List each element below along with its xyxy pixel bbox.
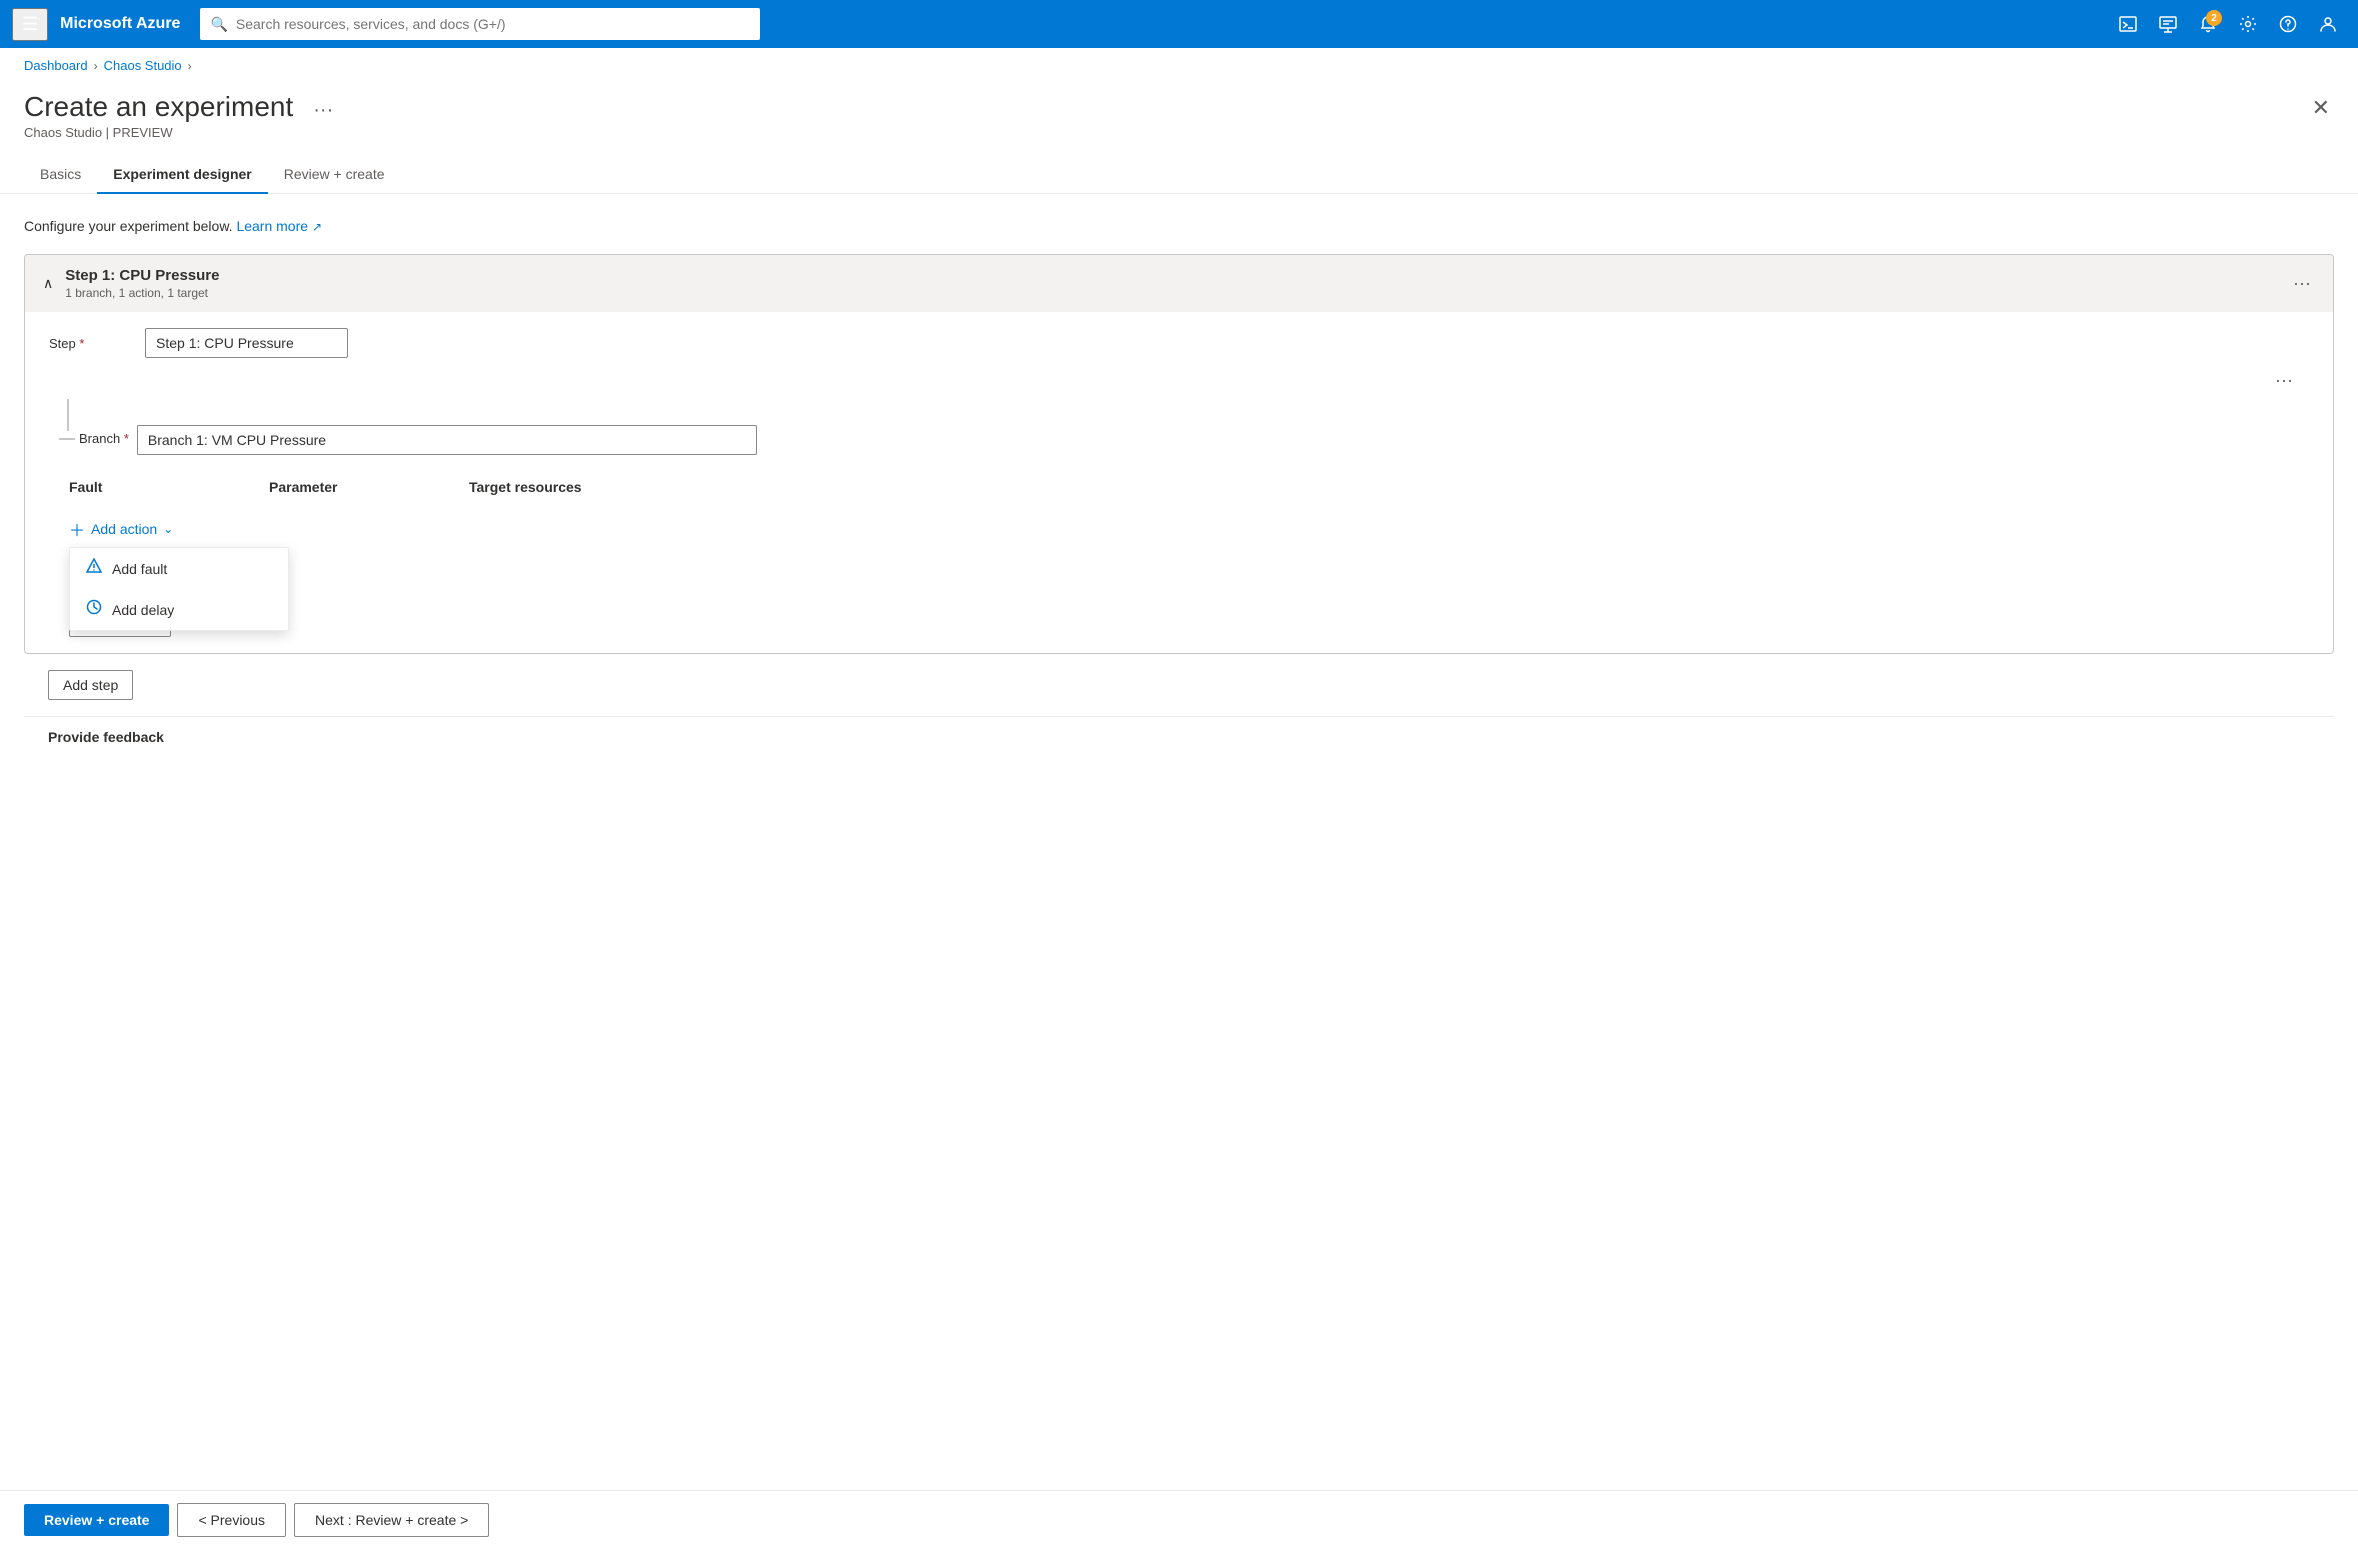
next-button[interactable]: Next : Review + create >: [294, 1503, 489, 1537]
content-area: Dashboard › Chaos Studio › Create an exp…: [0, 48, 2358, 1490]
step-meta: 1 branch, 1 action, 1 target: [65, 286, 219, 300]
more-options-row: ···: [49, 370, 2309, 391]
settings-icon: [2239, 15, 2257, 33]
tabs: Basics Experiment designer Review + crea…: [0, 156, 2358, 194]
branch-label-row: Branch *: [59, 431, 137, 446]
plus-icon: ＋: [69, 517, 85, 541]
search-input[interactable]: [236, 16, 751, 32]
previous-button[interactable]: < Previous: [177, 1503, 286, 1537]
breadcrumb-dashboard[interactable]: Dashboard: [24, 58, 88, 73]
learn-more-link[interactable]: Learn more ↗: [236, 218, 322, 234]
settings-button[interactable]: [2230, 6, 2266, 42]
breadcrumb-separator-1: ›: [94, 59, 98, 73]
terminal-icon: [2119, 15, 2137, 33]
branch-connector: Branch *: [59, 399, 137, 446]
notifications-button[interactable]: 2: [2190, 6, 2226, 42]
breadcrumb-chaos-studio[interactable]: Chaos Studio: [104, 58, 182, 73]
page-ellipsis-button[interactable]: ···: [305, 95, 341, 126]
add-fault-item[interactable]: Add fault: [70, 548, 288, 589]
page-subtitle: Chaos Studio | PREVIEW: [24, 125, 293, 140]
help-icon: [2279, 15, 2297, 33]
add-action-button[interactable]: ＋ Add action ⌄: [69, 511, 173, 547]
step-name-input[interactable]: [145, 328, 348, 358]
branch-section: Branch *: [49, 399, 2309, 455]
parameter-col-header: Parameter: [269, 479, 469, 495]
review-create-button[interactable]: Review + create: [24, 1504, 169, 1536]
horizontal-stub: [59, 438, 75, 440]
add-branch-section: Add branch: [69, 607, 2309, 637]
tab-basics[interactable]: Basics: [24, 156, 97, 194]
profile-icon: [2319, 15, 2337, 33]
add-step-button[interactable]: Add step: [48, 670, 133, 700]
step-header-left: ∧ Step 1: CPU Pressure 1 branch, 1 actio…: [41, 267, 219, 300]
add-delay-label: Add delay: [112, 602, 174, 618]
step-collapse-button[interactable]: ∧: [41, 273, 55, 294]
fault-icon: [86, 558, 102, 579]
add-action-section: ＋ Add action ⌄: [69, 511, 2309, 547]
profile-button[interactable]: [2310, 6, 2346, 42]
tab-review-create[interactable]: Review + create: [268, 156, 401, 194]
terminal-icon-button[interactable]: [2110, 6, 2146, 42]
step-title: Step 1: CPU Pressure: [65, 267, 219, 284]
step-input-row: Step *: [49, 328, 2309, 358]
top-navigation: ☰ Microsoft Azure 🔍: [0, 0, 2358, 48]
delay-icon: [86, 599, 102, 620]
tab-experiment-designer[interactable]: Experiment designer: [97, 156, 268, 194]
step-input-col: [145, 328, 2309, 358]
config-description: Configure your experiment below. Learn m…: [24, 218, 2334, 234]
chevron-down-icon: ⌄: [163, 522, 173, 536]
fault-table-header: Fault Parameter Target resources: [69, 471, 2309, 503]
page-wrapper: Dashboard › Chaos Studio › Create an exp…: [0, 48, 2358, 1549]
provide-feedback: Provide feedback: [24, 716, 2334, 757]
branch-name-input[interactable]: [137, 425, 757, 455]
external-link-icon: ↗: [312, 220, 322, 234]
feedback-icon: [2159, 15, 2177, 33]
add-delay-item[interactable]: Add delay: [70, 589, 288, 630]
vertical-line: [67, 399, 69, 431]
page-header-text: Create an experiment Chaos Studio | PREV…: [24, 91, 293, 140]
step-header: ∧ Step 1: CPU Pressure 1 branch, 1 actio…: [25, 255, 2333, 312]
brand-name: Microsoft Azure: [60, 15, 180, 33]
feedback-icon-button[interactable]: [2150, 6, 2186, 42]
add-action-dropdown: Add fault Add delay: [69, 547, 289, 631]
step-label: Step *: [49, 328, 129, 351]
page-title: Create an experiment: [24, 91, 293, 123]
step-body: Step * ···: [25, 312, 2333, 653]
step-card: ∧ Step 1: CPU Pressure 1 branch, 1 actio…: [24, 254, 2334, 654]
page-footer: Review + create < Previous Next : Review…: [0, 1490, 2358, 1549]
search-bar: 🔍: [200, 8, 760, 40]
breadcrumb-separator-2: ›: [188, 59, 192, 73]
notifications-badge: 2: [2206, 10, 2222, 26]
breadcrumb: Dashboard › Chaos Studio ›: [0, 48, 2358, 83]
page-header: Create an experiment Chaos Studio | PREV…: [0, 83, 2358, 156]
nav-icons: 2: [2110, 6, 2346, 42]
close-button[interactable]: ✕: [2308, 91, 2334, 125]
search-icon: 🔍: [210, 16, 227, 33]
step-header-info: Step 1: CPU Pressure 1 branch, 1 action,…: [65, 267, 219, 300]
add-fault-label: Add fault: [112, 561, 167, 577]
branch-input-col: [137, 399, 2309, 455]
fault-col-header: Fault: [69, 479, 269, 495]
hamburger-menu[interactable]: ☰: [12, 8, 48, 41]
help-button[interactable]: [2270, 6, 2306, 42]
branch-label: Branch *: [75, 431, 129, 446]
bottom-actions: Add step: [24, 670, 2334, 716]
main-content: Configure your experiment below. Learn m…: [0, 194, 2358, 781]
branch-more-button[interactable]: ···: [2275, 370, 2293, 391]
target-col-header: Target resources: [469, 479, 669, 495]
step-more-button[interactable]: ···: [2287, 271, 2317, 296]
page-header-left: Create an experiment Chaos Studio | PREV…: [24, 91, 341, 140]
